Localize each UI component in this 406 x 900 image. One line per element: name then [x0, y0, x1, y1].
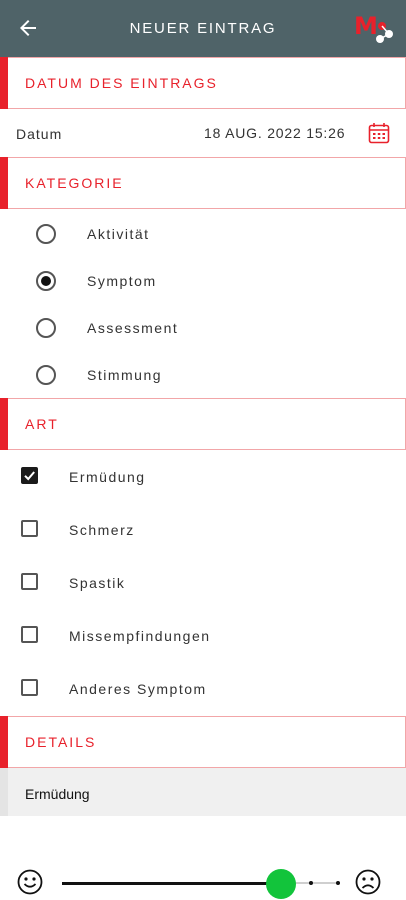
section-art: ART — [0, 398, 406, 450]
page-title: NEUER EINTRAG — [129, 20, 277, 37]
calendar-icon[interactable] — [368, 122, 390, 144]
smiley-happy-icon[interactable] — [16, 868, 44, 896]
radio-stimmung[interactable]: Stimmung — [0, 353, 406, 399]
section-accent-bar — [0, 57, 8, 109]
checkbox-anderes-symptom[interactable]: Anderes Symptom — [0, 664, 406, 714]
radio-assessment[interactable]: Assessment — [0, 306, 406, 352]
section-accent-bar — [0, 398, 8, 450]
radio-label: Assessment — [87, 320, 179, 336]
date-label: Datum — [16, 126, 63, 142]
share-nodes-icon — [376, 22, 393, 43]
field-edge — [0, 768, 8, 816]
radio-button[interactable] — [36, 365, 56, 385]
checkbox[interactable] — [21, 679, 38, 696]
slider-track-filled[interactable] — [62, 882, 282, 885]
section-title: DATUM DES EINTRAGS — [25, 75, 218, 91]
checkbox-label: Spastik — [69, 575, 126, 591]
checkbox-label: Schmerz — [69, 522, 135, 538]
slider-thumb[interactable] — [266, 869, 296, 899]
checkmark-icon — [24, 471, 35, 481]
radio-symptom[interactable]: Symptom — [0, 259, 406, 305]
checkbox[interactable] — [21, 520, 38, 537]
smiley-sad-icon[interactable] — [354, 868, 382, 896]
section-datum: DATUM DES EINTRAGS — [0, 57, 406, 109]
section-accent-bar — [0, 157, 8, 209]
checkbox-spastik[interactable]: Spastik — [0, 558, 406, 608]
radio-label: Stimmung — [87, 367, 163, 383]
radio-button[interactable] — [36, 224, 56, 244]
slider-tick — [309, 881, 313, 885]
checkbox-label: Anderes Symptom — [69, 681, 207, 697]
slider-tick — [336, 881, 340, 885]
checkbox-ermuedung[interactable]: Ermüdung — [0, 452, 406, 502]
app-header: NEUER EINTRAG M — [0, 0, 406, 58]
section-accent-bar — [0, 716, 8, 768]
section-title: KATEGORIE — [25, 175, 124, 191]
radio-aktivitaet[interactable]: Aktivität — [0, 212, 406, 258]
date-value[interactable]: 18 AUG. 2022 15:26 — [204, 125, 345, 141]
checkbox-label: Missempfindungen — [69, 628, 211, 644]
checkbox-schmerz[interactable]: Schmerz — [0, 505, 406, 555]
radio-dot — [41, 276, 51, 286]
radio-label: Symptom — [87, 273, 157, 289]
app-logo[interactable]: M — [354, 12, 396, 46]
checkbox-label: Ermüdung — [69, 469, 146, 485]
checkbox-checked[interactable] — [21, 467, 38, 484]
section-title: ART — [25, 416, 59, 432]
section-kategorie: KATEGORIE — [0, 157, 406, 209]
details-value[interactable]: Ermüdung — [25, 786, 90, 802]
severity-slider[interactable] — [0, 860, 406, 900]
checkbox[interactable] — [21, 573, 38, 590]
checkbox-missempfindungen[interactable]: Missempfindungen — [0, 611, 406, 661]
radio-button-selected[interactable] — [36, 271, 56, 291]
checkbox[interactable] — [21, 626, 38, 643]
date-row[interactable]: Datum 18 AUG. 2022 15:26 — [0, 108, 406, 156]
section-details: DETAILS — [0, 716, 406, 768]
details-field[interactable]: Ermüdung — [0, 768, 406, 816]
radio-button[interactable] — [36, 318, 56, 338]
radio-label: Aktivität — [87, 226, 150, 242]
section-title: DETAILS — [25, 734, 97, 750]
